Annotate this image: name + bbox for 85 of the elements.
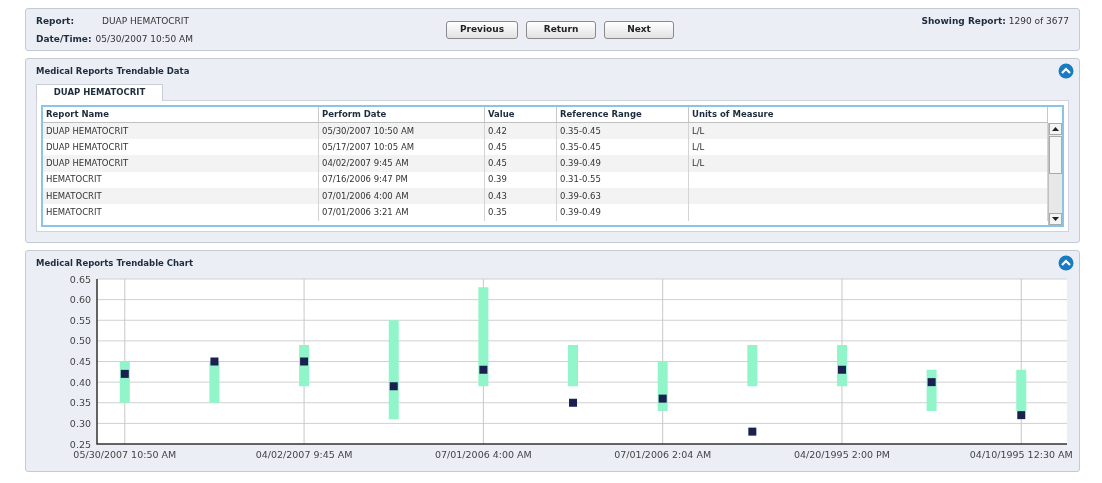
value-marker (479, 365, 488, 374)
table-cell: DUAP HEMATOCRIT (46, 124, 129, 138)
nav-button[interactable]: Previous (446, 21, 518, 39)
y-tick-label: 0.60 (69, 293, 91, 305)
error-bar (657, 361, 668, 411)
table-cell: 0.42 (488, 124, 507, 138)
table-cell: 0.43 (488, 189, 507, 203)
error-bar (209, 361, 220, 403)
x-tick-label: 04/02/2007 9:45 AM (255, 448, 353, 460)
report-label: Report: (36, 15, 75, 28)
nav-button[interactable]: Return (526, 21, 596, 39)
table-cell: HEMATOCRIT (46, 173, 102, 187)
tab[interactable]: DUAP HEMATOCRIT (36, 83, 163, 101)
table-cell: L/L (692, 157, 705, 170)
x-tick-label: 04/10/1995 12:30 AM (969, 448, 1073, 460)
error-bar (119, 361, 130, 403)
datetime-label: Date/Time: (36, 32, 92, 46)
report-value: DUAP HEMATOCRIT (102, 15, 189, 28)
value-marker (927, 377, 936, 386)
y-tick-label: 0.65 (69, 273, 91, 285)
table-cell: 0.39-0.49 (560, 206, 601, 219)
value-marker (300, 357, 309, 366)
error-bar (747, 344, 758, 386)
table-cell: 05/30/2007 10:50 AM (322, 124, 415, 138)
table-cell: DUAP HEMATOCRIT (46, 140, 129, 154)
table-cell: L/L (692, 140, 705, 154)
y-tick-label: 0.25 (69, 438, 91, 450)
table-cell: 0.35-0.45 (560, 124, 601, 138)
y-tick-label: 0.45 (69, 355, 91, 367)
y-tick-label: 0.55 (69, 314, 91, 326)
x-tick-label: 07/01/2006 4:00 AM (434, 448, 532, 460)
error-bar (926, 369, 937, 411)
column-header[interactable]: Report Name (43, 106, 319, 122)
table-cell: HEMATOCRIT (46, 189, 102, 203)
table-cell: 0.39-0.49 (560, 157, 601, 170)
column-header[interactable]: Reference Range (557, 106, 689, 122)
panel-title: Medical Reports Trendable Data (36, 65, 190, 78)
column-header[interactable]: Value (485, 106, 557, 122)
value-marker (658, 394, 667, 403)
scroll-thumb[interactable] (1049, 135, 1062, 174)
table-cell: 0.35 (488, 206, 507, 219)
nav-button[interactable]: Next (604, 21, 674, 39)
table-cell: 0.31-0.55 (560, 173, 601, 187)
value-marker (389, 382, 398, 390)
collapse-icon[interactable] (1058, 63, 1074, 79)
showing-label: Showing Report: (921, 16, 1006, 26)
table-cell: 0.39 (488, 173, 507, 187)
x-tick-label: 07/01/2006 2:04 AM (614, 448, 712, 460)
value-marker (838, 365, 846, 374)
table-cell: HEMATOCRIT (46, 206, 102, 219)
value-marker (569, 398, 578, 407)
scrollbar[interactable] (1048, 122, 1062, 225)
error-bar (299, 344, 310, 386)
panel-title: Medical Reports Trendable Chart (36, 257, 194, 270)
error-bar (1016, 369, 1027, 411)
table-cell: 0.45 (488, 157, 507, 170)
table-cell: 07/16/2006 9:47 PM (322, 173, 408, 187)
x-tick-label: 05/30/2007 10:50 AM (73, 448, 177, 460)
showing-value: 1290 of 3677 (1008, 16, 1069, 26)
column-header[interactable]: Perform Date (319, 106, 485, 122)
x-tick-label: 04/20/1995 2:00 PM (793, 448, 890, 460)
value-marker (748, 427, 757, 436)
error-bar (568, 344, 579, 386)
table-cell: 04/02/2007 9:45 AM (322, 157, 409, 170)
value-marker (1017, 410, 1026, 419)
y-tick-label: 0.30 (69, 417, 91, 429)
table-cell: 07/01/2006 3:21 AM (322, 206, 409, 219)
datetime-value: 05/30/2007 10:50 AM (95, 32, 193, 46)
table-cell: 0.39-0.63 (560, 189, 601, 203)
y-tick-label: 0.40 (69, 376, 91, 388)
value-marker (120, 369, 129, 378)
value-marker (210, 357, 219, 366)
collapse-icon[interactable] (1058, 255, 1074, 271)
table-cell: L/L (692, 124, 705, 138)
y-tick-label: 0.50 (69, 335, 91, 347)
scroll-down-icon[interactable] (1049, 212, 1062, 225)
scroll-up-icon[interactable] (1049, 122, 1062, 135)
table-cell: 0.35-0.45 (560, 140, 601, 154)
table-cell: 05/17/2007 10:05 AM (322, 140, 415, 154)
table-cell: 0.45 (488, 140, 507, 154)
table-cell: 07/01/2006 4:00 AM (322, 189, 409, 203)
y-tick-label: 0.35 (69, 397, 91, 408)
column-header[interactable]: Units of Measure (689, 106, 1048, 122)
error-bar (837, 344, 847, 386)
table-cell: DUAP HEMATOCRIT (46, 157, 129, 170)
